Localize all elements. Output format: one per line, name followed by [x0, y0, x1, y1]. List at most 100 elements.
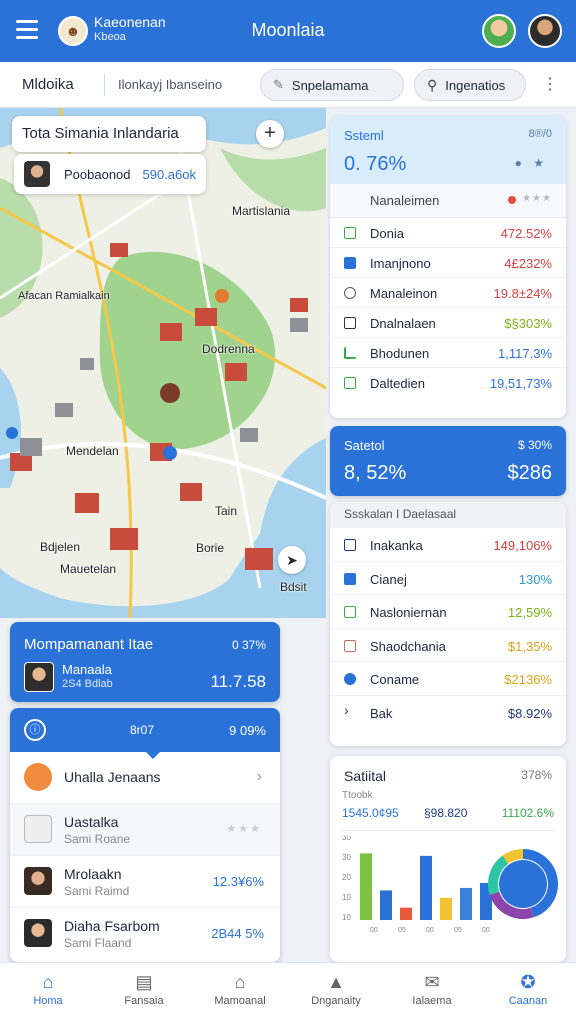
row-value: $2136% [504, 672, 552, 687]
rating-icon: ★★★ [522, 193, 552, 204]
search-pill[interactable]: ⚲ Ingenatios [414, 69, 526, 101]
filter-pill-label: Snpelamama [291, 77, 369, 93]
donut-center [499, 860, 547, 908]
list-row[interactable]: Cianej 130% [330, 562, 566, 595]
user-avatar[interactable] [528, 14, 562, 48]
breadcrumb[interactable]: Ilonkayj Ibanseino [118, 77, 222, 92]
chart-subtitle: Ttoobk [342, 790, 373, 801]
item-sub: Sami Raimd [64, 884, 130, 898]
avatar [24, 662, 54, 692]
list-item[interactable]: Diaha Fsarbom Sami Flaand 2B44 5% [10, 908, 280, 960]
nav-puzzle[interactable]: ✪ Caanan [480, 963, 576, 1024]
x-tick-label: 05 [454, 927, 462, 934]
person-sub: 2S4 Bdlab [62, 678, 113, 690]
filter-pill[interactable]: ✎ Snpelamama [260, 69, 404, 101]
stats-row[interactable]: Dnalnalaen $§303% [330, 308, 566, 338]
nav-house[interactable]: ⌂ Mamoanal [192, 963, 288, 1024]
row-value: 12,59% [507, 605, 552, 620]
list-row[interactable]: Shaodchania $1,35% [330, 629, 566, 662]
avatar[interactable] [482, 14, 516, 48]
list-panel: Ssskalan I Daelasaal Inakanka 149,106% C… [330, 502, 566, 746]
avatar [24, 867, 52, 895]
more-icon[interactable]: ⋮ [542, 74, 558, 94]
row-value: $§303% [504, 316, 552, 331]
x-tick-label: 00 [426, 927, 434, 934]
row-label: Donia [370, 226, 404, 241]
list-panel-title: Ssskalan I Daelasaal [330, 502, 566, 528]
stats-panel: Ssteml 0. 76% 8®/0 ● ★ Nanaleimen ★★★ Do… [330, 116, 566, 418]
nav-briefcase[interactable]: ▤ Fansaia [96, 963, 192, 1024]
item-sub: Sami Flaand [64, 936, 132, 950]
bar [420, 855, 432, 920]
summary-right-value: $286 [507, 462, 553, 484]
nav-home[interactable]: ⌂ Homa [0, 963, 96, 1024]
row-label: Shaodchania [370, 638, 446, 654]
folder-icon [344, 227, 356, 239]
bar [440, 897, 452, 920]
chart-value-2: §98.820 [424, 806, 468, 820]
bar [400, 907, 412, 920]
bar [380, 890, 392, 920]
stats-header: Ssteml 0. 76% 8®/0 ● ★ [330, 116, 566, 184]
list-item[interactable]: Uastalka Sami Roane ★★★ [10, 804, 280, 856]
chart-title: Satiital [344, 768, 387, 784]
row-label: Inakanka [370, 538, 423, 553]
list-item[interactable]: Mrolaakn Sami Raimd 12.3¥6% [10, 856, 280, 908]
zoom-in-button[interactable]: + [256, 120, 284, 148]
divider [104, 74, 105, 96]
clock-icon [344, 287, 356, 299]
stats-row[interactable]: Donia 472.52% [330, 218, 566, 248]
x-tick-label: 05 [398, 927, 406, 934]
avatar [24, 919, 52, 947]
checkbox-icon [344, 572, 356, 585]
chart-value-1: 1545.0¢95 [342, 806, 399, 820]
document-icon [24, 815, 52, 843]
item-name: Diaha Fsarbom [64, 918, 160, 934]
nav-bank[interactable]: ▲ Dnganaity [288, 963, 384, 1024]
stats-row[interactable]: Bhodunen 1,117.3% [330, 338, 566, 368]
nav-label: Caanan [508, 995, 548, 1007]
person-name: Manaala [62, 662, 112, 677]
list-row[interactable]: › Bak $8.92% [330, 696, 566, 730]
summary-value: 8, 52% [344, 462, 407, 484]
list-row[interactable]: Nasloniernan 12,59% [330, 595, 566, 629]
row-value: 130% [518, 571, 552, 587]
person-name: Poobaonod [64, 167, 131, 182]
bottom-nav: ⌂ Homa ▤ Fansaia ⌂ Mamoanal ▲ Dnganaity … [0, 962, 576, 1024]
tab-active[interactable]: Mldoika [22, 76, 74, 93]
list-item[interactable]: Uhalla Jenaans › [10, 752, 280, 804]
puzzle-icon: ✪ [520, 972, 536, 992]
home-icon: ⌂ [42, 972, 54, 992]
stats-row[interactable]: Daltedien 19,51,73% [330, 368, 566, 398]
minus-box-icon [344, 317, 356, 329]
locate-button[interactable]: ➤ [278, 546, 306, 574]
dots-icon: ● ★ [514, 156, 548, 170]
item-value: 2B44 5% [211, 926, 264, 941]
list-row[interactable]: Coname $2136% [330, 662, 566, 696]
map-label: Mauetelan [60, 562, 117, 576]
summary-panel[interactable]: Satetol 8, 52% $ 30% $286 [330, 426, 566, 496]
map-person-card[interactable]: Poobaonod 590.a6ok [14, 154, 206, 194]
map-label: Borie [196, 541, 225, 555]
nav-messages[interactable]: ✉ Ialaema [384, 963, 480, 1024]
people-list-card: ⓘ 8r07 9 09% Uhalla Jenaans › Uastalka S… [10, 708, 280, 962]
info-icon[interactable]: ⓘ [24, 719, 46, 741]
map-label: Tain [215, 504, 238, 518]
minus-box-icon [344, 539, 356, 551]
highlight-top-right: 0 37% [231, 638, 266, 652]
stats-row[interactable]: Manaleinon 19.8±24% [330, 278, 566, 308]
summary-top-right: $ 30% [517, 438, 552, 452]
stats-top-right: 8®/0 [528, 128, 552, 140]
highlight-card[interactable]: Mompamanant Itae 0 37% Manaala 2S4 Bdlab… [10, 622, 280, 702]
highlight-title: Mompamanant Itae [24, 636, 154, 653]
stats-row[interactable]: Imanjnono 4£232% [330, 248, 566, 278]
row-label: Coname [370, 672, 420, 687]
edit-icon: ✎ [273, 77, 284, 92]
nav-label: Homa [33, 995, 63, 1007]
map-search-card[interactable]: Tota Simania Inlandaria [12, 116, 206, 152]
map-label: Martislania [232, 204, 291, 218]
list-row[interactable]: Inakanka 149,106% [330, 528, 566, 562]
y-tick-label: 10 [342, 893, 351, 902]
search-pill-label: Ingenatios [445, 77, 506, 93]
map-label: Bdjelen [40, 540, 81, 554]
